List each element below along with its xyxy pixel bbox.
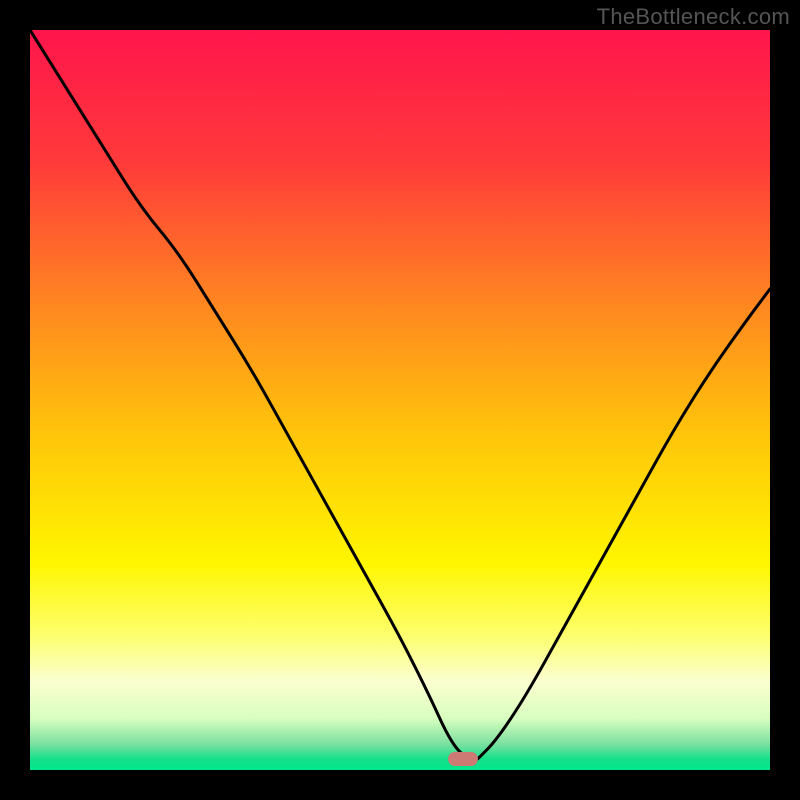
plot-area <box>30 30 770 770</box>
bottleneck-curve <box>30 30 770 770</box>
optimal-marker <box>448 752 478 766</box>
watermark-text: TheBottleneck.com <box>597 4 790 30</box>
